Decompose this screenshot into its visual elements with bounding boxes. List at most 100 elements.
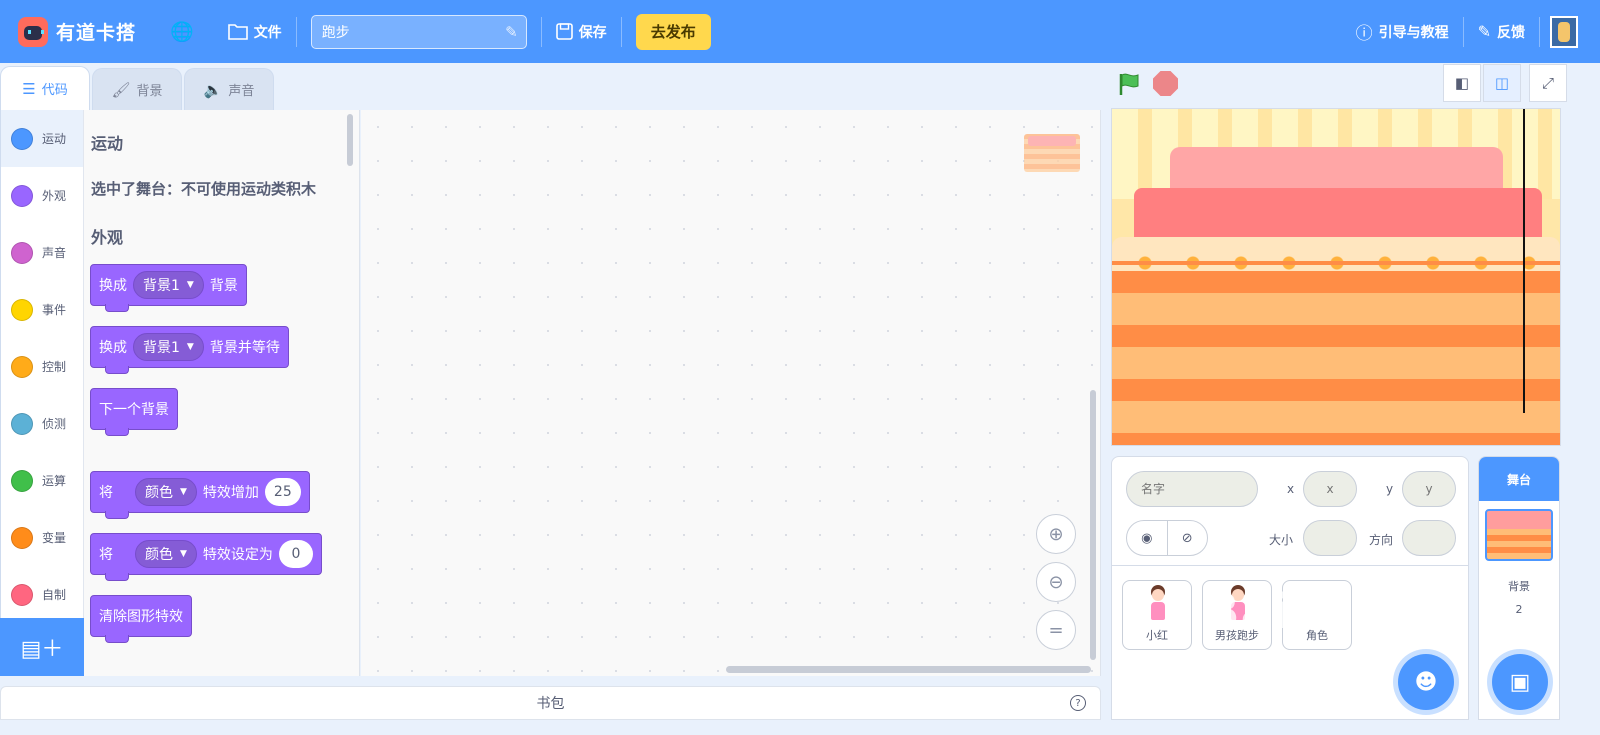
backpack-bar[interactable]: 书包 ? bbox=[0, 686, 1101, 720]
small-stage-button[interactable]: ◧ bbox=[1443, 64, 1481, 102]
size-input[interactable] bbox=[1303, 520, 1357, 556]
sprite-card[interactable]: 小红 bbox=[1122, 580, 1192, 650]
x-label: x bbox=[1287, 482, 1295, 496]
backdrop-dropdown[interactable]: 背景1 ▼ bbox=[133, 333, 204, 361]
tab-code[interactable]: ☰ 代码 bbox=[0, 66, 90, 110]
category-sensing[interactable]: 侦测 bbox=[1, 395, 83, 452]
visibility-toggle: ◉ ⊘ bbox=[1126, 520, 1208, 556]
publish-button[interactable]: 去发布 bbox=[635, 13, 711, 50]
tab-backdrops[interactable]: 🖌 背景 bbox=[92, 68, 182, 110]
category-variables[interactable]: 变量 bbox=[1, 509, 83, 566]
category-dot bbox=[11, 298, 33, 321]
block-text: 背景 bbox=[209, 278, 238, 294]
category-label: 声音 bbox=[42, 246, 67, 260]
caret-down-icon: ▼ bbox=[186, 342, 194, 352]
block-next-backdrop[interactable]: 下一个背景 bbox=[90, 388, 178, 436]
add-sprite-button[interactable]: ☻ bbox=[1398, 654, 1454, 710]
save-button[interactable]: 保存 bbox=[542, 0, 621, 63]
tab-sounds[interactable]: 🔈 声音 bbox=[184, 68, 274, 110]
zoom-out-button[interactable]: ⊖ bbox=[1036, 562, 1076, 602]
script-horizontal-scrollbar[interactable] bbox=[726, 666, 1091, 673]
add-extension-button[interactable]: ▤＋ bbox=[0, 618, 84, 676]
block-text: 换成 bbox=[99, 278, 127, 294]
block-switch-backdrop-and-wait[interactable]: 换成 背景1 ▼ 背景并等待 bbox=[90, 326, 289, 374]
file-menu[interactable]: 文件 bbox=[214, 0, 296, 63]
dropdown-value: 颜色 bbox=[145, 547, 173, 563]
category-my-blocks[interactable]: 自制 bbox=[1, 566, 83, 623]
category-dot bbox=[11, 469, 33, 492]
category-label: 侦测 bbox=[42, 417, 67, 431]
editor-tabs: ☰ 代码 🖌 背景 🔈 声音 bbox=[0, 66, 276, 110]
feedback-button[interactable]: ✎ 反馈 bbox=[1464, 0, 1539, 63]
hide-button[interactable]: ⊘ bbox=[1168, 521, 1208, 555]
category-control[interactable]: 控制 bbox=[1, 338, 83, 395]
save-icon bbox=[555, 23, 573, 40]
zoom-in-button[interactable]: ⊕ bbox=[1036, 514, 1076, 554]
category-motion[interactable]: 运动 bbox=[1, 110, 83, 167]
large-stage-button[interactable]: ◫ bbox=[1483, 64, 1521, 102]
tab-code-label: 代码 bbox=[41, 83, 68, 98]
dropdown-value: 背景1 bbox=[143, 340, 180, 356]
backdrop-bed bbox=[1112, 271, 1560, 445]
x-input[interactable] bbox=[1303, 471, 1357, 507]
palette-heading-looks: 外观 bbox=[91, 228, 124, 247]
show-button[interactable]: ◉ bbox=[1127, 521, 1168, 555]
backdrop-dropdown[interactable]: 背景1 ▼ bbox=[133, 271, 204, 299]
code-icon: ☰ bbox=[22, 79, 36, 98]
stage-size-controls: ◧ ◫ ⤢ bbox=[1441, 64, 1567, 102]
block-change-effect[interactable]: 将 颜色 ▼ 特效增加 25 bbox=[90, 471, 310, 519]
brand-logo[interactable]: 有道卡搭 bbox=[18, 16, 136, 47]
block-text: 清除图形特效 bbox=[99, 609, 183, 625]
script-vertical-scrollbar[interactable] bbox=[1090, 390, 1096, 660]
block-text: 下一个背景 bbox=[99, 402, 169, 418]
category-looks[interactable]: 外观 bbox=[1, 167, 83, 224]
effect-dropdown[interactable]: 颜色 ▼ bbox=[135, 540, 197, 568]
block-set-effect[interactable]: 将 颜色 ▼ 特效设定为 0 bbox=[90, 533, 322, 581]
feedback-label: 反馈 bbox=[1497, 24, 1525, 41]
top-bar-right: ⓘ 引导与教程 ✎ 反馈 bbox=[1342, 0, 1600, 63]
help-icon[interactable]: ? bbox=[1070, 695, 1086, 711]
block-switch-backdrop[interactable]: 换成 背景1 ▼ 背景 bbox=[90, 264, 247, 312]
effect-value-input[interactable]: 0 bbox=[278, 540, 313, 568]
sprite-card[interactable]: 角色 bbox=[1282, 580, 1352, 650]
size-label: 大小 bbox=[1269, 533, 1294, 547]
script-area[interactable]: ⊕ ⊖ = bbox=[361, 110, 1101, 676]
zoom-reset-button[interactable]: = bbox=[1036, 610, 1076, 650]
block-clear-effects[interactable]: 清除图形特效 bbox=[90, 595, 192, 643]
category-events[interactable]: 事件 bbox=[1, 281, 83, 338]
category-sound[interactable]: 声音 bbox=[1, 224, 83, 281]
user-avatar[interactable] bbox=[1550, 15, 1578, 48]
fullscreen-button[interactable]: ⤢ bbox=[1529, 64, 1567, 102]
eye-icon: ◉ bbox=[1141, 530, 1153, 546]
add-backdrop-button[interactable]: ▣ bbox=[1492, 654, 1548, 710]
category-label: 控制 bbox=[42, 360, 67, 374]
block-text: 将 bbox=[99, 485, 113, 501]
stage-canvas[interactable] bbox=[1111, 108, 1561, 446]
tutorial-button[interactable]: ⓘ 引导与教程 bbox=[1342, 0, 1463, 63]
stop-icon[interactable] bbox=[1153, 71, 1178, 96]
save-label: 保存 bbox=[578, 24, 607, 41]
block-palette: 运动 选中了舞台：不可使用运动类积木 外观 换成 背景1 ▼ 背景 换成 背景1 ▼… bbox=[84, 110, 360, 676]
tab-sounds-label: 声音 bbox=[228, 84, 255, 99]
backdrop-thumbnail bbox=[1485, 509, 1553, 561]
y-input[interactable] bbox=[1402, 471, 1456, 507]
effect-amount-input[interactable]: 25 bbox=[264, 478, 301, 506]
small-stage-icon: ◧ bbox=[1454, 74, 1470, 92]
sprite-name-input[interactable] bbox=[1126, 471, 1258, 507]
project-name-input[interactable] bbox=[310, 14, 527, 49]
extension-icon: ▤＋ bbox=[20, 637, 64, 662]
category-dot bbox=[11, 241, 33, 264]
palette-heading-motion: 运动 bbox=[91, 134, 124, 153]
effect-dropdown[interactable]: 颜色 ▼ bbox=[135, 478, 197, 506]
language-menu[interactable]: 🌐 bbox=[156, 0, 214, 63]
speaker-icon: 🔈 bbox=[203, 80, 223, 99]
category-label: 变量 bbox=[42, 531, 67, 545]
green-flag-icon[interactable] bbox=[1118, 72, 1140, 96]
palette-scrollbar[interactable] bbox=[347, 114, 353, 166]
category-operators[interactable]: 运算 bbox=[1, 452, 83, 509]
caret-down-icon: ▼ bbox=[180, 549, 187, 559]
project-name-field: ✎ bbox=[310, 14, 527, 49]
stage-selected-note: 选中了舞台：不可使用运动类积木 bbox=[91, 180, 317, 198]
direction-input[interactable] bbox=[1402, 520, 1456, 556]
